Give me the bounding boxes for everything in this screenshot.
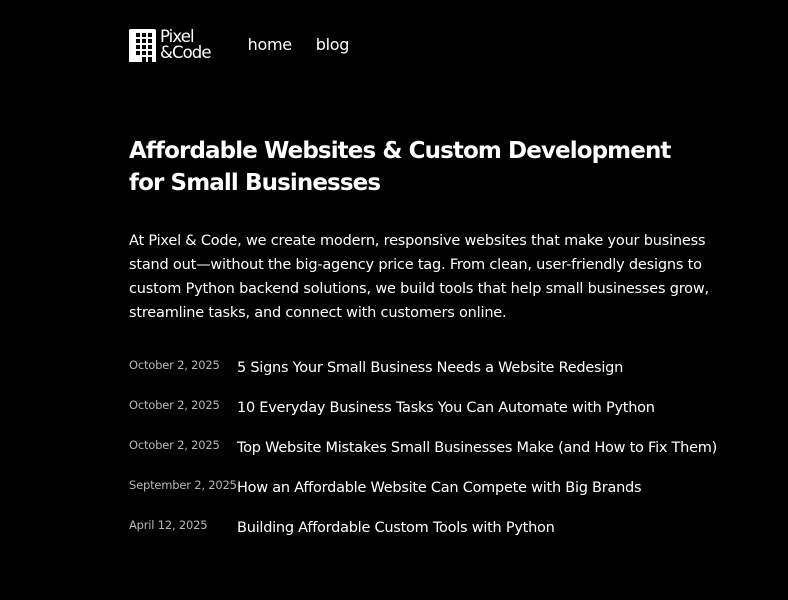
site-header: Pixel &Code home blog [129, 27, 349, 63]
post-date: October 2, 2025 [129, 358, 220, 372]
logo-line-2: &Code [160, 43, 212, 62]
building-grid-icon [129, 28, 156, 62]
nav-link-home[interactable]: home [248, 35, 292, 55]
post-list-item: October 2, 2025 5 Signs Your Small Busin… [129, 356, 749, 396]
post-list-item: October 2, 2025 Top Website Mistakes Sma… [129, 436, 749, 476]
post-list-item: September 2, 2025 How an Affordable Webs… [129, 476, 749, 516]
post-title-link[interactable]: 10 Everyday Business Tasks You Can Autom… [237, 398, 655, 418]
logo-wordmark: Pixel &Code [160, 28, 212, 62]
post-list: October 2, 2025 5 Signs Your Small Busin… [129, 356, 749, 556]
post-date: October 2, 2025 [129, 438, 220, 452]
nav-link-blog[interactable]: blog [316, 35, 350, 55]
post-title-link[interactable]: Top Website Mistakes Small Businesses Ma… [237, 438, 717, 458]
site-logo[interactable]: Pixel &Code [129, 28, 212, 62]
post-title-link[interactable]: How an Affordable Website Can Compete wi… [237, 478, 642, 498]
main-nav: home blog [248, 35, 350, 55]
post-title-link[interactable]: 5 Signs Your Small Business Needs a Webs… [237, 358, 623, 378]
intro-paragraph: At Pixel & Code, we create modern, respo… [129, 233, 709, 321]
post-list-item: October 2, 2025 10 Everyday Business Tas… [129, 396, 749, 436]
post-date: October 2, 2025 [129, 398, 220, 412]
page-headline: Affordable Websites & Custom Development… [129, 138, 671, 196]
post-title-link[interactable]: Building Affordable Custom Tools with Py… [237, 518, 555, 538]
post-list-item: April 12, 2025 Building Affordable Custo… [129, 516, 749, 556]
post-date: April 12, 2025 [129, 518, 208, 532]
post-date: September 2, 2025 [129, 478, 237, 492]
